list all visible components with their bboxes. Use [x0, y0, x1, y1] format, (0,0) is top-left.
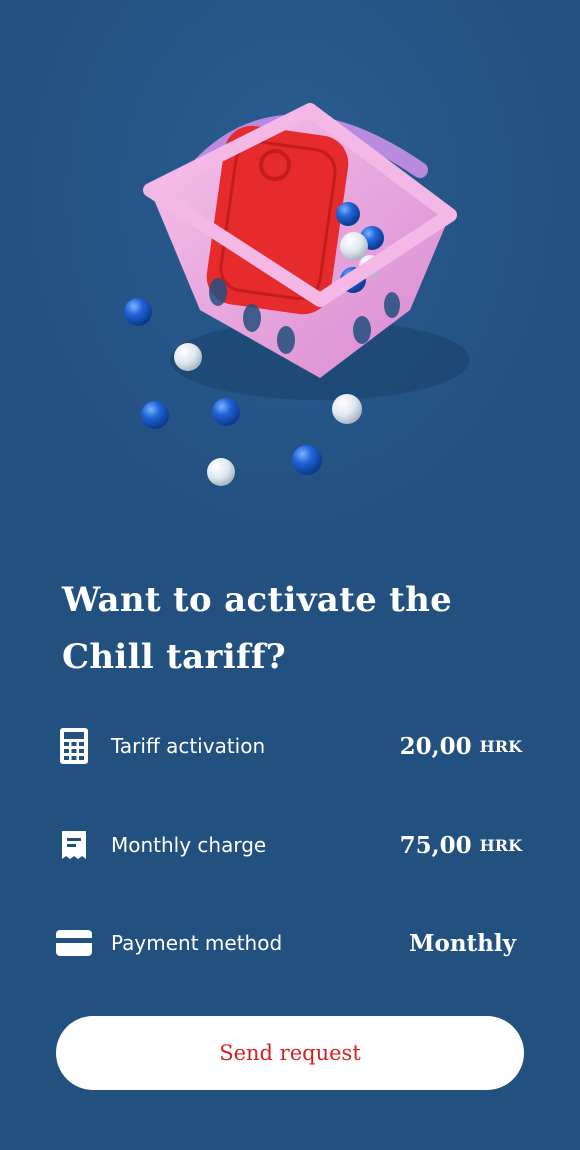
receipt-icon	[56, 825, 92, 865]
tariff-activation-currency: HRK	[479, 736, 522, 756]
tariff-activation-row: Tariff activation 20,00 HRK	[56, 724, 522, 768]
send-request-button[interactable]: Send request	[56, 1016, 524, 1090]
monthly-charge-label: Monthly charge	[111, 833, 267, 857]
hero-image	[0, 0, 580, 560]
monthly-charge-row: Monthly charge 75,00 HRK	[56, 823, 522, 867]
payment-method-value: Monthly	[409, 929, 516, 957]
page-title: Want to activate the Chill tariff?	[62, 572, 522, 686]
monthly-charge-value: 75,00	[399, 831, 472, 859]
credit-card-icon	[56, 923, 92, 963]
tariff-activation-value: 20,00	[399, 732, 472, 760]
basket-illustration	[124, 103, 470, 486]
payment-method-label: Payment method	[111, 931, 283, 955]
title-line-1: Want to activate the	[62, 580, 453, 620]
payment-method-row: Payment method Monthly	[56, 921, 522, 965]
calculator-icon	[56, 726, 92, 766]
tariff-activation-label: Tariff activation	[111, 734, 266, 758]
monthly-charge-currency: HRK	[479, 835, 522, 855]
title-line-2: Chill tariff?	[62, 637, 287, 677]
